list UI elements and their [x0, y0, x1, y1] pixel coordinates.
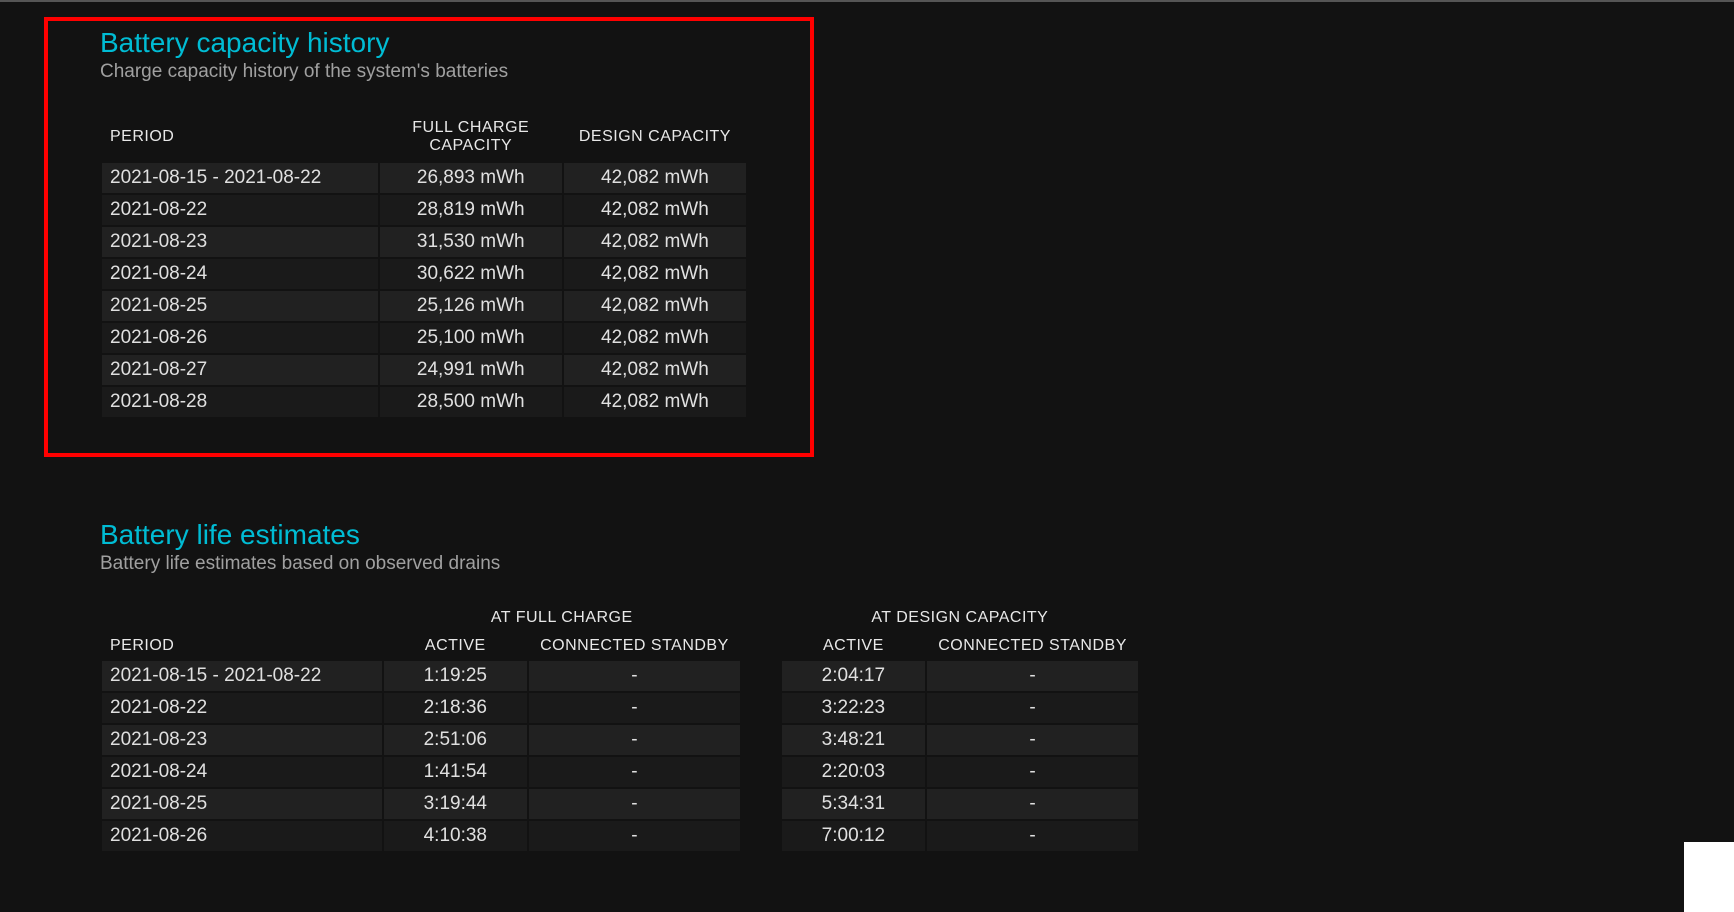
cell-full-active: 2:18:36	[384, 693, 527, 723]
column-gap	[742, 789, 780, 819]
table-row: 2021-08-241:41:54-2:20:03-	[102, 757, 1138, 787]
col-design-standby: CONNECTED STANDBY	[927, 633, 1138, 659]
table-row: 2021-08-2430,622 mWh42,082 mWh	[102, 259, 746, 289]
cell-full-charge: 26,893 mWh	[380, 163, 562, 193]
cell-design-standby: -	[927, 693, 1138, 723]
cell-design-standby: -	[927, 821, 1138, 851]
estimates-subtitle: Battery life estimates based on observed…	[100, 553, 1734, 575]
table-row: 2021-08-2331,530 mWh42,082 mWh	[102, 227, 746, 257]
table-row: 2021-08-2828,500 mWh42,082 mWh	[102, 387, 746, 417]
column-gap	[742, 757, 780, 787]
cell-period: 2021-08-26	[102, 323, 378, 353]
cell-full-standby: -	[529, 821, 740, 851]
table-row: 2021-08-2525,126 mWh42,082 mWh	[102, 291, 746, 321]
column-gap	[742, 725, 780, 755]
cell-period: 2021-08-28	[102, 387, 378, 417]
cell-design-standby: -	[927, 661, 1138, 691]
cell-full-charge: 28,500 mWh	[380, 387, 562, 417]
column-gap	[742, 693, 780, 723]
col-design-active: ACTIVE	[782, 633, 925, 659]
table-row: 2021-08-253:19:44-5:34:31-	[102, 789, 1138, 819]
cell-design: 42,082 mWh	[564, 163, 746, 193]
col-full-charge: FULL CHARGE CAPACITY	[380, 113, 562, 161]
cell-period: 2021-08-23	[102, 725, 382, 755]
group-design-capacity: AT DESIGN CAPACITY	[782, 605, 1138, 631]
cell-design: 42,082 mWh	[564, 259, 746, 289]
cell-full-standby: -	[529, 661, 740, 691]
cell-design-standby: -	[927, 789, 1138, 819]
col-period: PERIOD	[102, 633, 382, 659]
estimates-title: Battery life estimates	[100, 519, 1734, 551]
table-row: 2021-08-264:10:38-7:00:12-	[102, 821, 1138, 851]
cell-design-active: 3:22:23	[782, 693, 925, 723]
cell-period: 2021-08-26	[102, 821, 382, 851]
cell-period: 2021-08-25	[102, 291, 378, 321]
cell-full-charge: 31,530 mWh	[380, 227, 562, 257]
cell-period: 2021-08-23	[102, 227, 378, 257]
cell-design-standby: -	[927, 757, 1138, 787]
cell-full-charge: 30,622 mWh	[380, 259, 562, 289]
cell-period: 2021-08-24	[102, 259, 378, 289]
table-row: 2021-08-2228,819 mWh42,082 mWh	[102, 195, 746, 225]
col-full-active: ACTIVE	[384, 633, 527, 659]
cell-design-standby: -	[927, 725, 1138, 755]
battery-capacity-history-section: Battery capacity history Charge capacity…	[100, 27, 1734, 419]
cell-period: 2021-08-25	[102, 789, 382, 819]
table-row: 2021-08-15 - 2021-08-221:19:25-2:04:17-	[102, 661, 1138, 691]
cell-design: 42,082 mWh	[564, 291, 746, 321]
cell-full-active: 4:10:38	[384, 821, 527, 851]
table-row: 2021-08-222:18:36-3:22:23-	[102, 693, 1138, 723]
cell-full-active: 1:19:25	[384, 661, 527, 691]
cell-design: 42,082 mWh	[564, 387, 746, 417]
table-row: 2021-08-2724,991 mWh42,082 mWh	[102, 355, 746, 385]
column-gap	[742, 661, 780, 691]
capacity-title: Battery capacity history	[100, 27, 1734, 59]
cell-period: 2021-08-27	[102, 355, 378, 385]
cell-design: 42,082 mWh	[564, 323, 746, 353]
cell-design-active: 3:48:21	[782, 725, 925, 755]
cell-design-active: 2:20:03	[782, 757, 925, 787]
cell-full-charge: 24,991 mWh	[380, 355, 562, 385]
cell-design: 42,082 mWh	[564, 227, 746, 257]
col-period: PERIOD	[102, 113, 378, 161]
col-full-standby: CONNECTED STANDBY	[529, 633, 740, 659]
capacity-subtitle: Charge capacity history of the system's …	[100, 61, 1734, 83]
cell-design: 42,082 mWh	[564, 355, 746, 385]
cell-full-charge: 28,819 mWh	[380, 195, 562, 225]
table-row: 2021-08-232:51:06-3:48:21-	[102, 725, 1138, 755]
cell-design-active: 5:34:31	[782, 789, 925, 819]
white-overlay-box	[1684, 842, 1734, 912]
capacity-table: PERIOD FULL CHARGE CAPACITY DESIGN CAPAC…	[100, 111, 748, 419]
cell-full-standby: -	[529, 693, 740, 723]
cell-full-standby: -	[529, 725, 740, 755]
cell-period: 2021-08-15 - 2021-08-22	[102, 163, 378, 193]
cell-full-charge: 25,126 mWh	[380, 291, 562, 321]
cell-full-active: 3:19:44	[384, 789, 527, 819]
table-row: 2021-08-15 - 2021-08-2226,893 mWh42,082 …	[102, 163, 746, 193]
cell-design-active: 7:00:12	[782, 821, 925, 851]
cell-full-standby: -	[529, 757, 740, 787]
cell-full-standby: -	[529, 789, 740, 819]
cell-period: 2021-08-22	[102, 195, 378, 225]
cell-full-charge: 25,100 mWh	[380, 323, 562, 353]
estimates-table: AT FULL CHARGE AT DESIGN CAPACITY PERIOD…	[100, 603, 1140, 853]
group-full-charge: AT FULL CHARGE	[384, 605, 740, 631]
table-row: 2021-08-2625,100 mWh42,082 mWh	[102, 323, 746, 353]
cell-design-active: 2:04:17	[782, 661, 925, 691]
cell-full-active: 1:41:54	[384, 757, 527, 787]
cell-period: 2021-08-24	[102, 757, 382, 787]
cell-period: 2021-08-22	[102, 693, 382, 723]
cell-period: 2021-08-15 - 2021-08-22	[102, 661, 382, 691]
cell-full-active: 2:51:06	[384, 725, 527, 755]
cell-design: 42,082 mWh	[564, 195, 746, 225]
column-gap	[742, 821, 780, 851]
col-design: DESIGN CAPACITY	[564, 113, 746, 161]
battery-life-estimates-section: Battery life estimates Battery life esti…	[100, 519, 1734, 853]
